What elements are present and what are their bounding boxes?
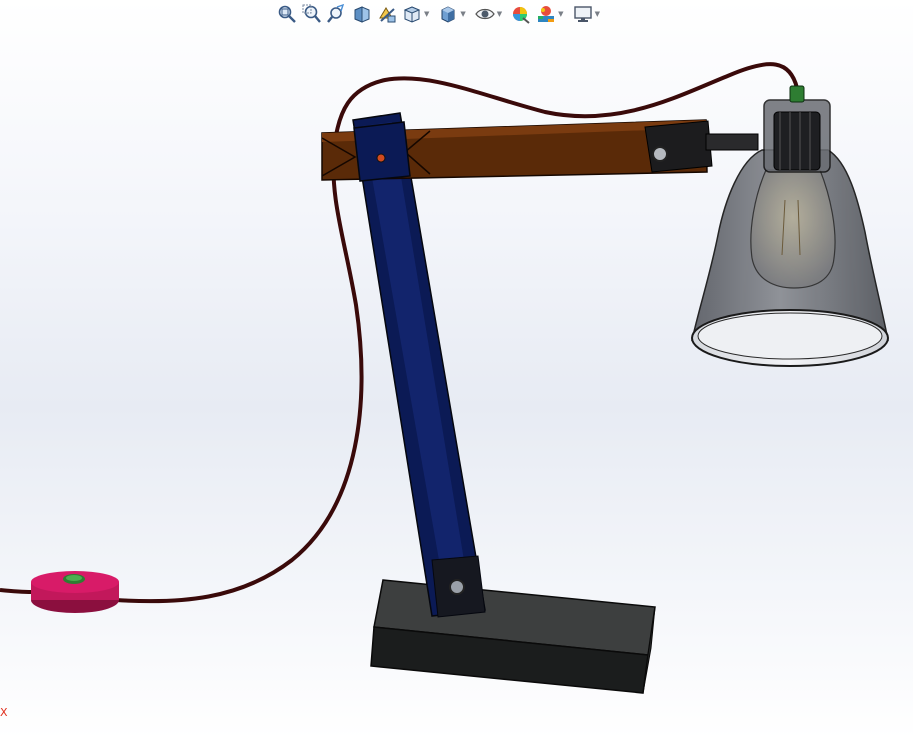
hide-show-items-icon[interactable]: ▼ (474, 3, 507, 25)
lamp-post (352, 112, 486, 618)
reference-triad-x-label: X (0, 706, 8, 719)
graphics-area[interactable] (0, 0, 913, 739)
power-cord-left (0, 588, 33, 594)
hide-show-items-caret[interactable]: ▼ (497, 3, 502, 25)
edit-appearance-icon[interactable] (510, 3, 532, 25)
lamp-base (370, 579, 656, 694)
display-style-icon[interactable]: ▼ (437, 3, 470, 25)
lamp-shade (691, 85, 889, 367)
section-view-icon[interactable] (351, 3, 373, 25)
previous-view-icon[interactable] (326, 3, 348, 25)
base-pivot-bolt (449, 579, 465, 595)
view-orientation-icon[interactable]: ▼ (401, 3, 434, 25)
view-settings-caret[interactable]: ▼ (595, 3, 600, 25)
view-orientation-caret[interactable]: ▼ (424, 3, 429, 25)
display-style-caret[interactable]: ▼ (460, 3, 465, 25)
lamp-arm (321, 119, 759, 182)
zoom-to-fit-icon[interactable] (276, 3, 298, 25)
inline-switch (31, 571, 119, 613)
arm-pivot-bolt (652, 146, 668, 162)
apply-scene-caret[interactable]: ▼ (558, 3, 563, 25)
zoom-to-area-icon[interactable] (301, 3, 323, 25)
lamp-model[interactable] (0, 0, 913, 739)
apply-scene-icon[interactable]: ▼ (535, 3, 568, 25)
dynamic-annotation-view-icon[interactable] (376, 3, 398, 25)
view-settings-icon[interactable]: ▼ (572, 3, 605, 25)
heads-up-view-toolbar: ▼ ▼ ▼ ▼ ▼ (276, 2, 605, 26)
